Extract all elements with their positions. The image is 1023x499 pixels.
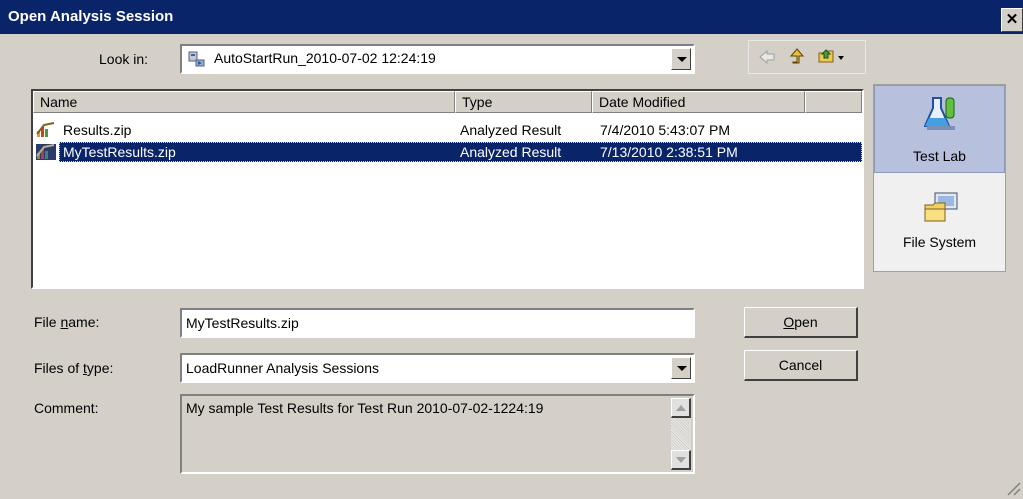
back-icon[interactable] [759,49,775,67]
files-of-type-select[interactable]: LoadRunner Analysis Sessions [180,353,695,383]
file-type-cell: Analyzed Result [460,144,562,160]
comment-textarea[interactable]: My sample Test Results for Test Run 2010… [180,394,695,474]
column-header-date[interactable]: Date Modified [592,91,805,113]
place-label: Test Lab [913,148,966,164]
file-name-label: File name: [34,314,100,330]
file-type-cell: Analyzed Result [460,122,562,138]
place-test-lab[interactable]: Test Lab [874,85,1005,173]
scroll-up-button[interactable] [671,398,691,418]
table-row-selected[interactable]: MyTestResults.zip Analyzed Result 7/13/2… [33,141,862,163]
folder-computer-icon [923,191,959,228]
comment-label: Comment: [34,400,99,416]
look-in-label: Look in: [99,51,149,67]
title-bar: Open Analysis Session ✕ [0,0,1023,34]
place-label: File System [902,234,977,250]
look-in-combo[interactable]: AutoStartRun_2010-07-02 12:24:19 [180,44,695,74]
places-bar: Test Lab File System [873,84,1006,272]
table-row[interactable]: Results.zip Analyzed Result 7/4/2010 5:4… [33,119,862,141]
file-date-cell: 7/4/2010 5:43:07 PM [600,122,730,138]
file-date-cell: 7/13/2010 2:38:51 PM [600,144,738,160]
run-folder-icon [188,51,206,67]
column-header-name[interactable]: Name [33,91,455,113]
files-of-type-dropdown-arrow[interactable] [671,357,691,379]
look-in-value: AutoStartRun_2010-07-02 12:24:19 [214,50,436,66]
flask-icon [923,96,958,135]
analysis-result-icon [36,144,56,166]
file-name-cell: MyTestResults.zip [63,144,176,160]
files-of-type-label: Files of type: [34,360,114,376]
file-name-cell: Results.zip [63,122,132,138]
file-name-value: MyTestResults.zip [186,315,299,331]
look-in-dropdown-arrow[interactable] [671,48,691,70]
close-button[interactable]: ✕ [1001,8,1023,32]
resize-grip-icon[interactable] [1003,478,1021,499]
file-name-input[interactable]: MyTestResults.zip [180,308,695,338]
comment-scrollbar[interactable] [671,398,691,470]
file-list[interactable]: Name Type Date Modified Results.zip Anal… [31,89,864,289]
up-folder-icon[interactable] [789,48,805,69]
column-header-type[interactable]: Type [455,91,592,113]
view-menu-icon[interactable] [817,48,847,69]
files-of-type-value: LoadRunner Analysis Sessions [186,360,380,376]
place-file-system[interactable]: File System [874,179,1005,267]
dialog-title: Open Analysis Session [8,8,174,25]
nav-toolbar [748,40,866,74]
comment-value: My sample Test Results for Test Run 2010… [186,400,544,416]
open-button[interactable]: Open [744,307,858,338]
column-header-filler [805,91,862,113]
cancel-button[interactable]: Cancel [744,350,858,381]
scroll-down-button[interactable] [671,450,691,470]
